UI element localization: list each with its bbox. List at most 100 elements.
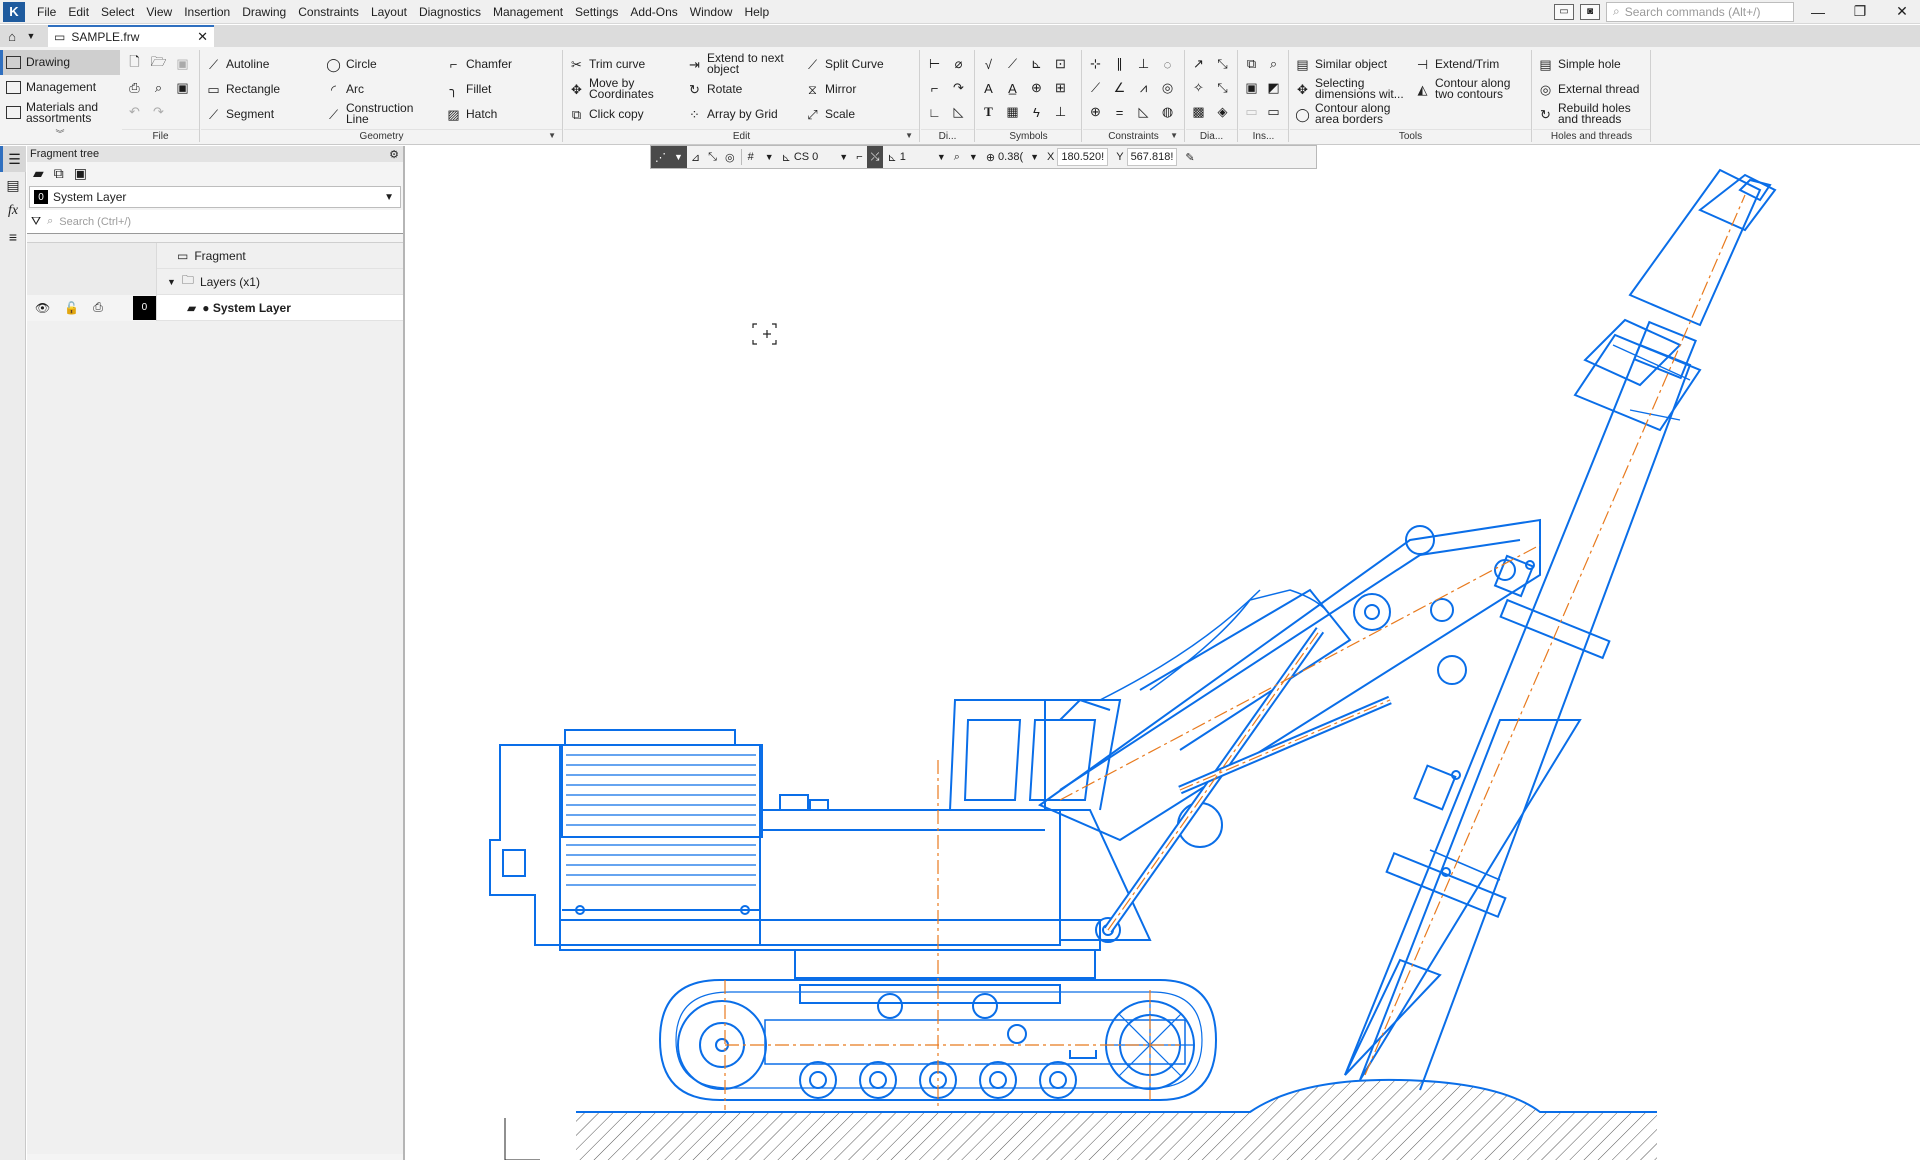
ortho-mode-button[interactable]: ⌐ — [852, 146, 866, 168]
linear-dimension-icon[interactable]: ⊢ — [924, 52, 945, 76]
eye-icon[interactable]: 👁 — [35, 301, 50, 315]
snap-mode-button[interactable]: ⋰ — [651, 146, 670, 168]
layer-select[interactable]: 0 System Layer ▼ — [29, 186, 401, 208]
redo-icon[interactable]: ↷ — [148, 100, 169, 124]
expand-group-icon[interactable]: ▼ — [548, 131, 556, 140]
minimize-icon[interactable]: — — [1800, 4, 1836, 20]
document-tab[interactable]: ▭ SAMPLE.frw ✕ — [48, 25, 214, 47]
collinear-icon[interactable]: ⟋ — [1085, 76, 1106, 100]
expand-group-icon[interactable]: ▼ — [905, 131, 913, 140]
properties-panel-icon[interactable]: ▤ — [0, 172, 26, 198]
menu-edit[interactable]: Edit — [62, 0, 95, 24]
snap-dropdown[interactable]: ▼ — [670, 146, 687, 168]
open-folder-icon[interactable]: 🗁 — [148, 52, 169, 76]
restore-icon[interactable]: ❐ — [1842, 3, 1878, 20]
text-mark-icon[interactable]: A̲ — [1002, 76, 1023, 100]
insert-fragment-icon[interactable]: ⧉ — [1241, 52, 1262, 76]
ortho-button[interactable]: ⊿ — [687, 146, 704, 168]
layers-panel-icon[interactable]: ≡ — [0, 224, 26, 250]
menu-window[interactable]: Window — [684, 0, 739, 24]
angle-icon[interactable]: ∠ — [1109, 76, 1130, 100]
save-as-icon[interactable]: ▣ — [172, 76, 193, 100]
drawing-canvas[interactable] — [407, 146, 1920, 1160]
menu-layout[interactable]: Layout — [365, 0, 413, 24]
layer-icon[interactable]: ▰ — [33, 165, 44, 182]
symmetry-icon[interactable]: ⩘ — [1133, 76, 1154, 100]
menu-diagnostics[interactable]: Diagnostics — [413, 0, 487, 24]
print-icon[interactable]: ⎙ — [124, 76, 145, 100]
close-icon[interactable]: ✕ — [1884, 3, 1920, 20]
menu-help[interactable]: Help — [738, 0, 775, 24]
expand-group-icon[interactable]: ▼ — [1170, 131, 1178, 140]
chevron-down-icon[interactable]: ▼ — [24, 31, 38, 41]
horizontal-icon[interactable]: ◺ — [1133, 100, 1154, 124]
fix-point-icon[interactable]: ⊹ — [1085, 52, 1106, 76]
menu-select[interactable]: Select — [95, 0, 140, 24]
panel-toggle-icon[interactable]: ▭ — [1554, 3, 1574, 20]
menu-file[interactable]: File — [31, 0, 62, 24]
chamfer-button[interactable]: ⌐ Chamfer — [445, 52, 512, 76]
text-leader-icon[interactable]: A — [978, 76, 999, 100]
check-icon[interactable]: ⤡ — [1212, 52, 1233, 76]
text-icon[interactable]: T — [978, 100, 999, 124]
measure-length-icon[interactable]: ⤡ — [1212, 76, 1233, 100]
rotate-button[interactable]: ↻ Rotate — [686, 77, 742, 101]
trim-curve-button[interactable]: ✂ Trim curve — [568, 52, 645, 76]
eyedropper-button[interactable]: ✎ — [1181, 146, 1198, 168]
menu-drawing[interactable]: Drawing — [236, 0, 292, 24]
breakline-icon[interactable]: ϟ — [1026, 100, 1047, 124]
lock-icon[interactable]: 🔓 — [64, 301, 79, 315]
auto-dimension-icon[interactable]: ◺ — [948, 100, 969, 124]
variables-panel-icon[interactable]: fx — [0, 198, 26, 224]
tree-row-layers[interactable]: ▼ 🗀 Layers (x1) — [27, 268, 403, 295]
mirror-button[interactable]: ⧖ Mirror — [804, 77, 856, 101]
mode-management[interactable]: Management — [0, 75, 120, 100]
external-thread-button[interactable]: ◎ External thread — [1537, 77, 1640, 101]
equal-icon[interactable]: = — [1109, 100, 1130, 124]
zoom-tool-button[interactable]: ⌕ ▼ — [950, 146, 982, 168]
home-icon[interactable]: ⌂ — [0, 25, 24, 47]
click-copy-button[interactable]: ⧉ Click copy — [568, 102, 644, 126]
x-value[interactable]: 180.520! — [1057, 148, 1109, 166]
insert-image-icon[interactable]: ▣ — [1241, 76, 1262, 100]
tree-row-system-layer[interactable]: 👁 🔓 ⎙ 0 ▰ ● System Layer — [27, 294, 403, 321]
circle-button[interactable]: ◯ Circle — [325, 52, 376, 76]
collapse-chevron-icon[interactable]: ︾ — [0, 127, 120, 140]
image-icon[interactable]: ▣ — [74, 165, 87, 182]
extend-to-next-object-button[interactable]: ⇥ Extend to next object — [686, 52, 796, 76]
local-cs-button[interactable]: ⤡ — [704, 146, 721, 168]
tree-row-fragment[interactable]: ▭ Fragment — [27, 242, 403, 269]
split-curve-button[interactable]: ⟋ Split Curve — [804, 52, 884, 76]
grid-button[interactable]: # ▼ — [744, 146, 778, 168]
center-mark-icon[interactable]: ⊕ — [1026, 76, 1047, 100]
move-by-coordinates-button[interactable]: ✥ Move by Coordinates — [568, 77, 668, 101]
command-search-input[interactable]: ⌕ Search commands (Alt+/) — [1606, 1, 1794, 22]
cs-select[interactable]: ⊾ CS 0 ▼ — [778, 146, 853, 168]
arc-button[interactable]: ◜ Arc — [325, 77, 364, 101]
tree-panel-icon[interactable]: ☰ — [0, 146, 26, 172]
menu-constraints[interactable]: Constraints — [292, 0, 365, 24]
simple-hole-button[interactable]: ▤ Simple hole — [1537, 52, 1620, 76]
fragment-view-icon[interactable]: ⧉ — [54, 165, 64, 182]
menu-view[interactable]: View — [140, 0, 178, 24]
perpendicular-icon[interactable]: ⊥ — [1133, 52, 1154, 76]
measure-angle-icon[interactable]: ✧ — [1188, 76, 1209, 100]
area-icon[interactable]: ▩ — [1188, 100, 1209, 124]
position-icon[interactable]: ⊡ — [1050, 52, 1071, 76]
mode-drawing[interactable]: Drawing — [0, 50, 120, 75]
scale-button[interactable]: ⤢ Scale — [804, 102, 855, 126]
rebuild-holes-button[interactable]: ↻ Rebuild holes and threads — [1537, 102, 1647, 126]
filter-icon[interactable]: ⛛ — [31, 214, 41, 229]
save-icon[interactable]: ▣ — [172, 52, 193, 76]
frame-icon[interactable]: ⊞ — [1050, 76, 1071, 100]
close-tab-icon[interactable]: ✕ — [197, 29, 208, 45]
coord-x[interactable]: X 180.520! — [1043, 146, 1112, 168]
mode-materials[interactable]: Materials and assortments — [0, 100, 120, 125]
app-logo[interactable]: K — [3, 1, 25, 22]
radial-dimension-icon[interactable]: ⌐ — [924, 76, 945, 100]
hatch-button[interactable]: ▨ Hatch — [445, 102, 497, 126]
coord-y[interactable]: Y 567.818! — [1112, 146, 1181, 168]
zoom-select[interactable]: ⊕ 0.38(▼ — [982, 146, 1043, 168]
diameter-dimension-icon[interactable]: ⌀ — [948, 52, 969, 76]
step-select[interactable]: ⊾ 1 ▼ — [883, 146, 949, 168]
